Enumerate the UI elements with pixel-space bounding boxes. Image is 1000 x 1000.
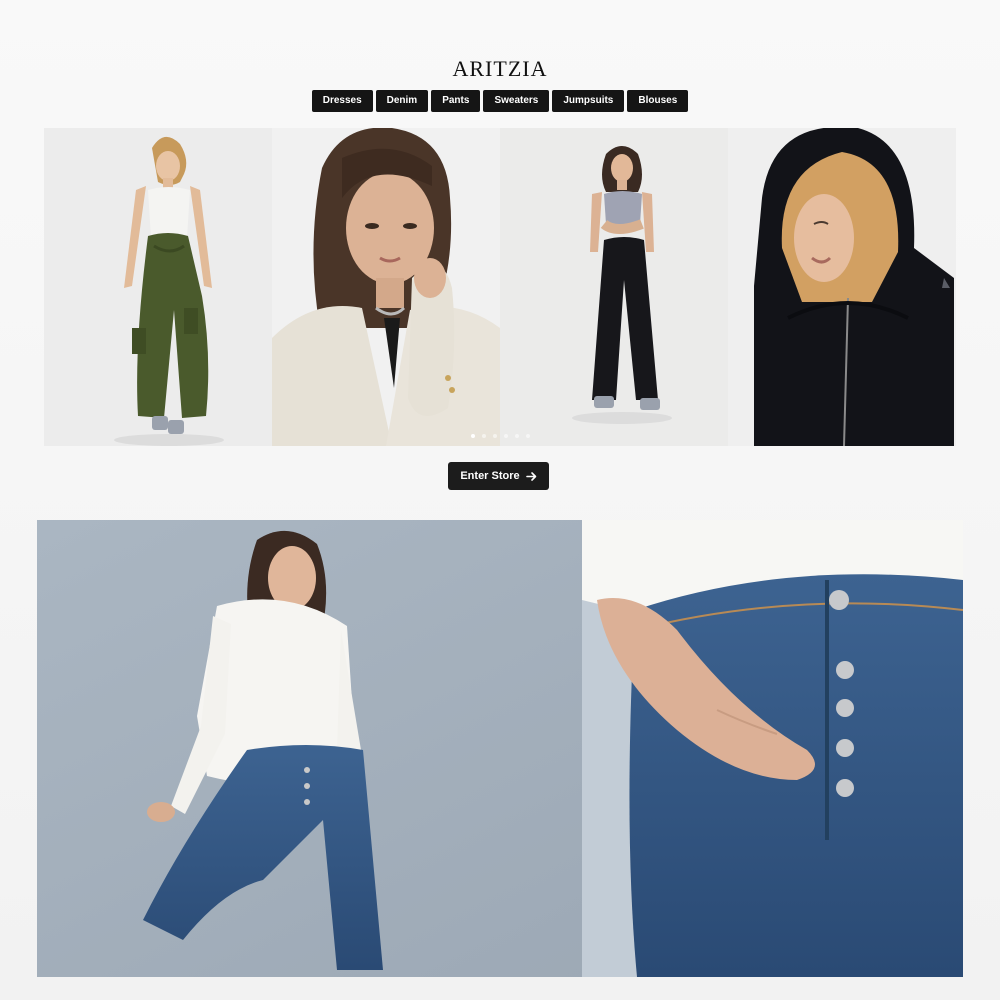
carousel-slide-black-hoodie[interactable] bbox=[728, 128, 956, 446]
model-black-hoodie-photo bbox=[728, 128, 956, 446]
denim-campaign-photo bbox=[37, 520, 963, 977]
carousel-slide-black-trousers[interactable] bbox=[500, 128, 728, 446]
category-button-pants[interactable]: Pants bbox=[431, 90, 481, 112]
model-black-trousers-photo bbox=[500, 128, 728, 446]
carousel-dot-6[interactable] bbox=[525, 434, 530, 438]
carousel-dot-3[interactable] bbox=[492, 434, 497, 438]
carousel-slide-cargo-pants[interactable] bbox=[44, 128, 272, 446]
category-nav: Dresses Denim Pants Sweaters Jumpsuits B… bbox=[0, 90, 1000, 112]
model-cargo-pants-photo bbox=[44, 128, 272, 446]
brand-logo[interactable]: ARITZIA bbox=[0, 56, 1000, 82]
carousel-pagination bbox=[0, 434, 1000, 438]
category-button-jumpsuits[interactable]: Jumpsuits bbox=[552, 90, 625, 112]
enter-store-label: Enter Store bbox=[460, 470, 520, 482]
carousel-dot-1[interactable] bbox=[470, 434, 475, 438]
carousel-dot-2[interactable] bbox=[481, 434, 486, 438]
category-button-sweaters[interactable]: Sweaters bbox=[483, 90, 550, 112]
carousel-dot-5[interactable] bbox=[514, 434, 519, 438]
category-button-blouses[interactable]: Blouses bbox=[627, 90, 689, 112]
enter-store-button[interactable]: Enter Store bbox=[448, 462, 549, 490]
hero-banner[interactable] bbox=[37, 520, 963, 977]
landing-page: ARITZIA Dresses Denim Pants Sweaters Jum… bbox=[0, 0, 1000, 1000]
carousel-slide-blazer[interactable] bbox=[272, 128, 500, 446]
category-button-denim[interactable]: Denim bbox=[375, 90, 429, 112]
model-blazer-portrait-photo bbox=[272, 128, 500, 446]
arrow-right-icon bbox=[525, 471, 536, 481]
category-button-dresses[interactable]: Dresses bbox=[311, 90, 373, 112]
carousel-dot-4[interactable] bbox=[503, 434, 508, 438]
product-carousel[interactable] bbox=[44, 128, 956, 446]
